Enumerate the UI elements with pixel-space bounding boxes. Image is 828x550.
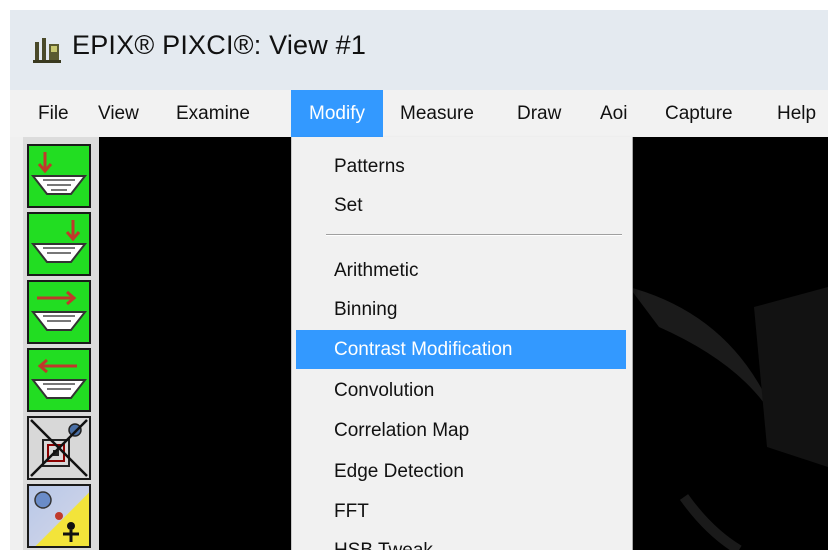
modify-menu-dropdown: Patterns Set Arithmetic Binning Contrast… — [291, 137, 633, 550]
menu-item-set[interactable]: Set — [296, 186, 626, 225]
menu-item-hsb-tweak[interactable]: HSB Tweak — [296, 531, 626, 550]
title-bar[interactable]: EPIX® PIXCI®: View #1 — [10, 10, 828, 90]
menu-view[interactable]: View — [98, 90, 139, 137]
epix-app-icon — [33, 38, 61, 63]
menu-item-edge-detection[interactable]: Edge Detection — [296, 452, 626, 491]
menu-capture[interactable]: Capture — [665, 90, 733, 137]
menu-measure[interactable]: Measure — [400, 90, 474, 137]
menu-separator — [326, 234, 622, 236]
menu-item-correlation-map[interactable]: Correlation Map — [296, 411, 626, 450]
capture-down-arrow-right-icon — [30, 220, 88, 263]
application-window: EPIX® PIXCI®: View #1 File View Examine … — [10, 10, 828, 550]
window-title: EPIX® PIXCI®: View #1 — [72, 30, 367, 60]
capture-down-arrow-icon — [30, 152, 88, 195]
menu-item-fft[interactable]: FFT — [296, 492, 626, 531]
tool-button-arrow-left[interactable] — [27, 348, 91, 412]
tool-button-capture-down-right[interactable] — [27, 212, 91, 276]
arrow-right-icon — [30, 290, 88, 331]
menu-bar: File View Examine Modify Measure Draw Ao… — [10, 90, 828, 137]
person-tool-icon — [34, 491, 79, 542]
arrow-left-icon — [30, 358, 88, 399]
tool-button-crossed-out[interactable] — [27, 416, 91, 480]
menu-draw[interactable]: Draw — [517, 90, 561, 137]
crossed-out-tool-icon — [30, 419, 88, 477]
tool-palette — [23, 137, 99, 550]
menu-file[interactable]: File — [38, 90, 69, 137]
menu-item-convolution[interactable]: Convolution — [296, 371, 626, 410]
menu-modify[interactable]: Modify — [291, 90, 383, 137]
menu-aoi[interactable]: Aoi — [600, 90, 627, 137]
tool-button-arrow-right[interactable] — [27, 280, 91, 344]
menu-item-contrast-modification[interactable]: Contrast Modification — [296, 330, 626, 369]
tool-button-person[interactable] — [27, 484, 91, 548]
menu-examine[interactable]: Examine — [176, 90, 250, 137]
menu-item-binning[interactable]: Binning — [296, 290, 626, 329]
menu-item-patterns[interactable]: Patterns — [296, 147, 626, 186]
tool-button-capture-down[interactable] — [27, 144, 91, 208]
menu-item-arithmetic[interactable]: Arithmetic — [296, 251, 626, 290]
menu-help[interactable]: Help — [777, 90, 816, 137]
